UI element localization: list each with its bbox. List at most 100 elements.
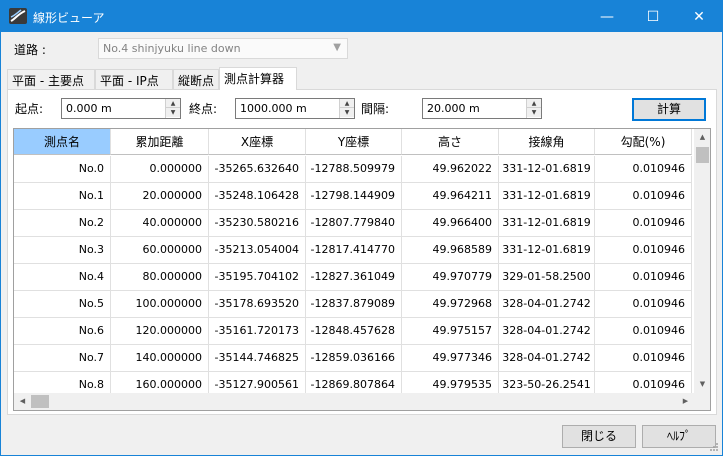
table-row[interactable]: No.7 140.000000 -35144.746825 -12859.036166… <box>14 345 692 372</box>
scrollbar-corner <box>694 393 710 410</box>
scroll-left-icon[interactable]: ◀ <box>14 393 31 410</box>
tab-profile-points[interactable]: 縦断点 <box>173 69 219 89</box>
spin-up-icon[interactable]: ▲ <box>527 99 541 108</box>
column-header-cumulative-distance[interactable]: 累加距離 <box>111 129 209 155</box>
window-title: 線形ビューア <box>33 11 105 25</box>
main-window: 線形ビューア — ☐ ✕ 道路 : No.4 shinjyuku line do… <box>0 0 723 456</box>
column-header-tangent-angle[interactable]: 接線角 <box>499 129 595 155</box>
scroll-down-icon[interactable]: ▼ <box>694 376 710 393</box>
chevron-down-icon: ▼ <box>333 42 341 53</box>
end-label: 終点: <box>189 102 218 116</box>
spin-down-icon[interactable]: ▼ <box>340 108 354 117</box>
cell-station-name: No.2 <box>14 210 111 237</box>
tab-plan-ip-points[interactable]: 平面 - IP点 <box>95 69 173 89</box>
spin-up-icon[interactable]: ▲ <box>340 99 354 108</box>
horizontal-scroll-thumb[interactable] <box>31 395 49 408</box>
table-row[interactable]: No.2 40.000000 -35230.580216 -12807.779840 4… <box>14 210 692 237</box>
cell-tangent-angle: 328-04-01.2742 <box>499 345 595 372</box>
road-select[interactable]: No.4 shinjyuku line down ▼ <box>98 38 348 59</box>
cell-x-coordinate: -35248.106428 <box>209 183 306 210</box>
close-button[interactable]: 閉じる <box>562 425 636 448</box>
cell-elevation: 49.970779 <box>402 264 499 291</box>
horizontal-scrollbar[interactable]: ◀ ▶ <box>14 393 694 410</box>
title-bar: 線形ビューア — ☐ ✕ <box>1 1 722 32</box>
cell-y-coordinate: -12817.414770 <box>306 237 402 264</box>
table-row[interactable]: No.6 120.000000 -35161.720173 -12848.457628… <box>14 318 692 345</box>
interval-input[interactable]: 20.000 m ▲ ▼ <box>422 98 542 119</box>
cell-tangent-angle: 331-12-01.6819 <box>499 237 595 264</box>
minimize-button[interactable]: — <box>584 1 630 32</box>
cell-y-coordinate: -12859.036166 <box>306 345 402 372</box>
cell-y-coordinate: -12848.457628 <box>306 318 402 345</box>
cell-y-coordinate: -12837.879089 <box>306 291 402 318</box>
table-row[interactable]: No.1 20.000000 -35248.106428 -12798.144909 4… <box>14 183 692 210</box>
cell-x-coordinate: -35161.720173 <box>209 318 306 345</box>
cell-cumulative-distance: 0.000000 <box>111 156 209 183</box>
cell-gradient: 0.010946 <box>595 291 692 318</box>
cell-elevation: 49.962022 <box>402 156 499 183</box>
interval-value: 20.000 m <box>427 102 480 115</box>
cell-gradient: 0.010946 <box>595 183 692 210</box>
cell-x-coordinate: -35144.746825 <box>209 345 306 372</box>
scroll-right-icon[interactable]: ▶ <box>677 393 694 410</box>
road-label: 道路 : <box>14 43 46 57</box>
cell-gradient: 0.010946 <box>595 237 692 264</box>
cell-tangent-angle: 331-12-01.6819 <box>499 210 595 237</box>
cell-station-name: No.7 <box>14 345 111 372</box>
resize-grip-icon[interactable] <box>709 442 719 452</box>
app-icon <box>9 8 27 24</box>
cell-gradient: 0.010946 <box>595 156 692 183</box>
scroll-up-icon[interactable]: ▲ <box>694 129 710 146</box>
maximize-button[interactable]: ☐ <box>630 1 676 32</box>
cell-tangent-angle: 331-12-01.6819 <box>499 183 595 210</box>
cell-cumulative-distance: 80.000000 <box>111 264 209 291</box>
road-select-value: No.4 shinjyuku line down <box>103 42 241 55</box>
table-row[interactable]: No.5 100.000000 -35178.693520 -12837.879089… <box>14 291 692 318</box>
spin-up-icon[interactable]: ▲ <box>166 99 180 108</box>
start-label: 起点: <box>15 102 44 116</box>
tab-station-calculator[interactable]: 測点計算器 <box>219 67 297 90</box>
cell-y-coordinate: -12827.361049 <box>306 264 402 291</box>
column-header-station-name[interactable]: 測点名 <box>14 129 111 155</box>
cell-elevation: 49.975157 <box>402 318 499 345</box>
cell-cumulative-distance: 60.000000 <box>111 237 209 264</box>
table-header: 測点名 累加距離 X座標 Y座標 高さ 接線角 勾配(%) <box>14 129 692 155</box>
cell-cumulative-distance: 100.000000 <box>111 291 209 318</box>
cell-tangent-angle: 329-01-58.2500 <box>499 264 595 291</box>
cell-elevation: 49.964211 <box>402 183 499 210</box>
column-header-y-coordinate[interactable]: Y座標 <box>306 129 402 155</box>
column-header-elevation[interactable]: 高さ <box>402 129 499 155</box>
vertical-scroll-thumb[interactable] <box>696 147 709 163</box>
station-table: 測点名 累加距離 X座標 Y座標 高さ 接線角 勾配(%) No.0 0.000000 -352… <box>13 128 711 411</box>
start-input[interactable]: 0.000 m ▲ ▼ <box>61 98 181 119</box>
cell-station-name: No.3 <box>14 237 111 264</box>
cell-y-coordinate: -12788.509979 <box>306 156 402 183</box>
start-spinner: ▲ ▼ <box>165 99 180 118</box>
cell-gradient: 0.010946 <box>595 318 692 345</box>
cell-gradient: 0.010946 <box>595 345 692 372</box>
end-spinner: ▲ ▼ <box>339 99 354 118</box>
close-window-button[interactable]: ✕ <box>676 1 722 32</box>
column-header-gradient[interactable]: 勾配(%) <box>595 129 692 155</box>
calculate-button[interactable]: 計算 <box>632 98 706 121</box>
interval-label: 間隔: <box>361 102 390 116</box>
cell-x-coordinate: -35178.693520 <box>209 291 306 318</box>
cell-x-coordinate: -35265.632640 <box>209 156 306 183</box>
cell-x-coordinate: -35230.580216 <box>209 210 306 237</box>
help-button[interactable]: ﾍﾙﾌﾟ <box>642 425 716 448</box>
table-row[interactable]: No.0 0.000000 -35265.632640 -12788.509979 49… <box>14 156 692 183</box>
table-row[interactable]: No.3 60.000000 -35213.054004 -12817.414770 4… <box>14 237 692 264</box>
vertical-scrollbar[interactable]: ▲ ▼ <box>694 129 710 393</box>
start-value: 0.000 m <box>66 102 112 115</box>
end-input[interactable]: 1000.000 m ▲ ▼ <box>235 98 355 119</box>
cell-cumulative-distance: 20.000000 <box>111 183 209 210</box>
cell-tangent-angle: 331-12-01.6819 <box>499 156 595 183</box>
column-header-x-coordinate[interactable]: X座標 <box>209 129 306 155</box>
spin-down-icon[interactable]: ▼ <box>166 108 180 117</box>
tab-plan-main-points[interactable]: 平面 - 主要点 <box>7 69 95 89</box>
cell-cumulative-distance: 120.000000 <box>111 318 209 345</box>
table-row[interactable]: No.4 80.000000 -35195.704102 -12827.361049 4… <box>14 264 692 291</box>
spin-down-icon[interactable]: ▼ <box>527 108 541 117</box>
cell-cumulative-distance: 140.000000 <box>111 345 209 372</box>
cell-gradient: 0.010946 <box>595 210 692 237</box>
